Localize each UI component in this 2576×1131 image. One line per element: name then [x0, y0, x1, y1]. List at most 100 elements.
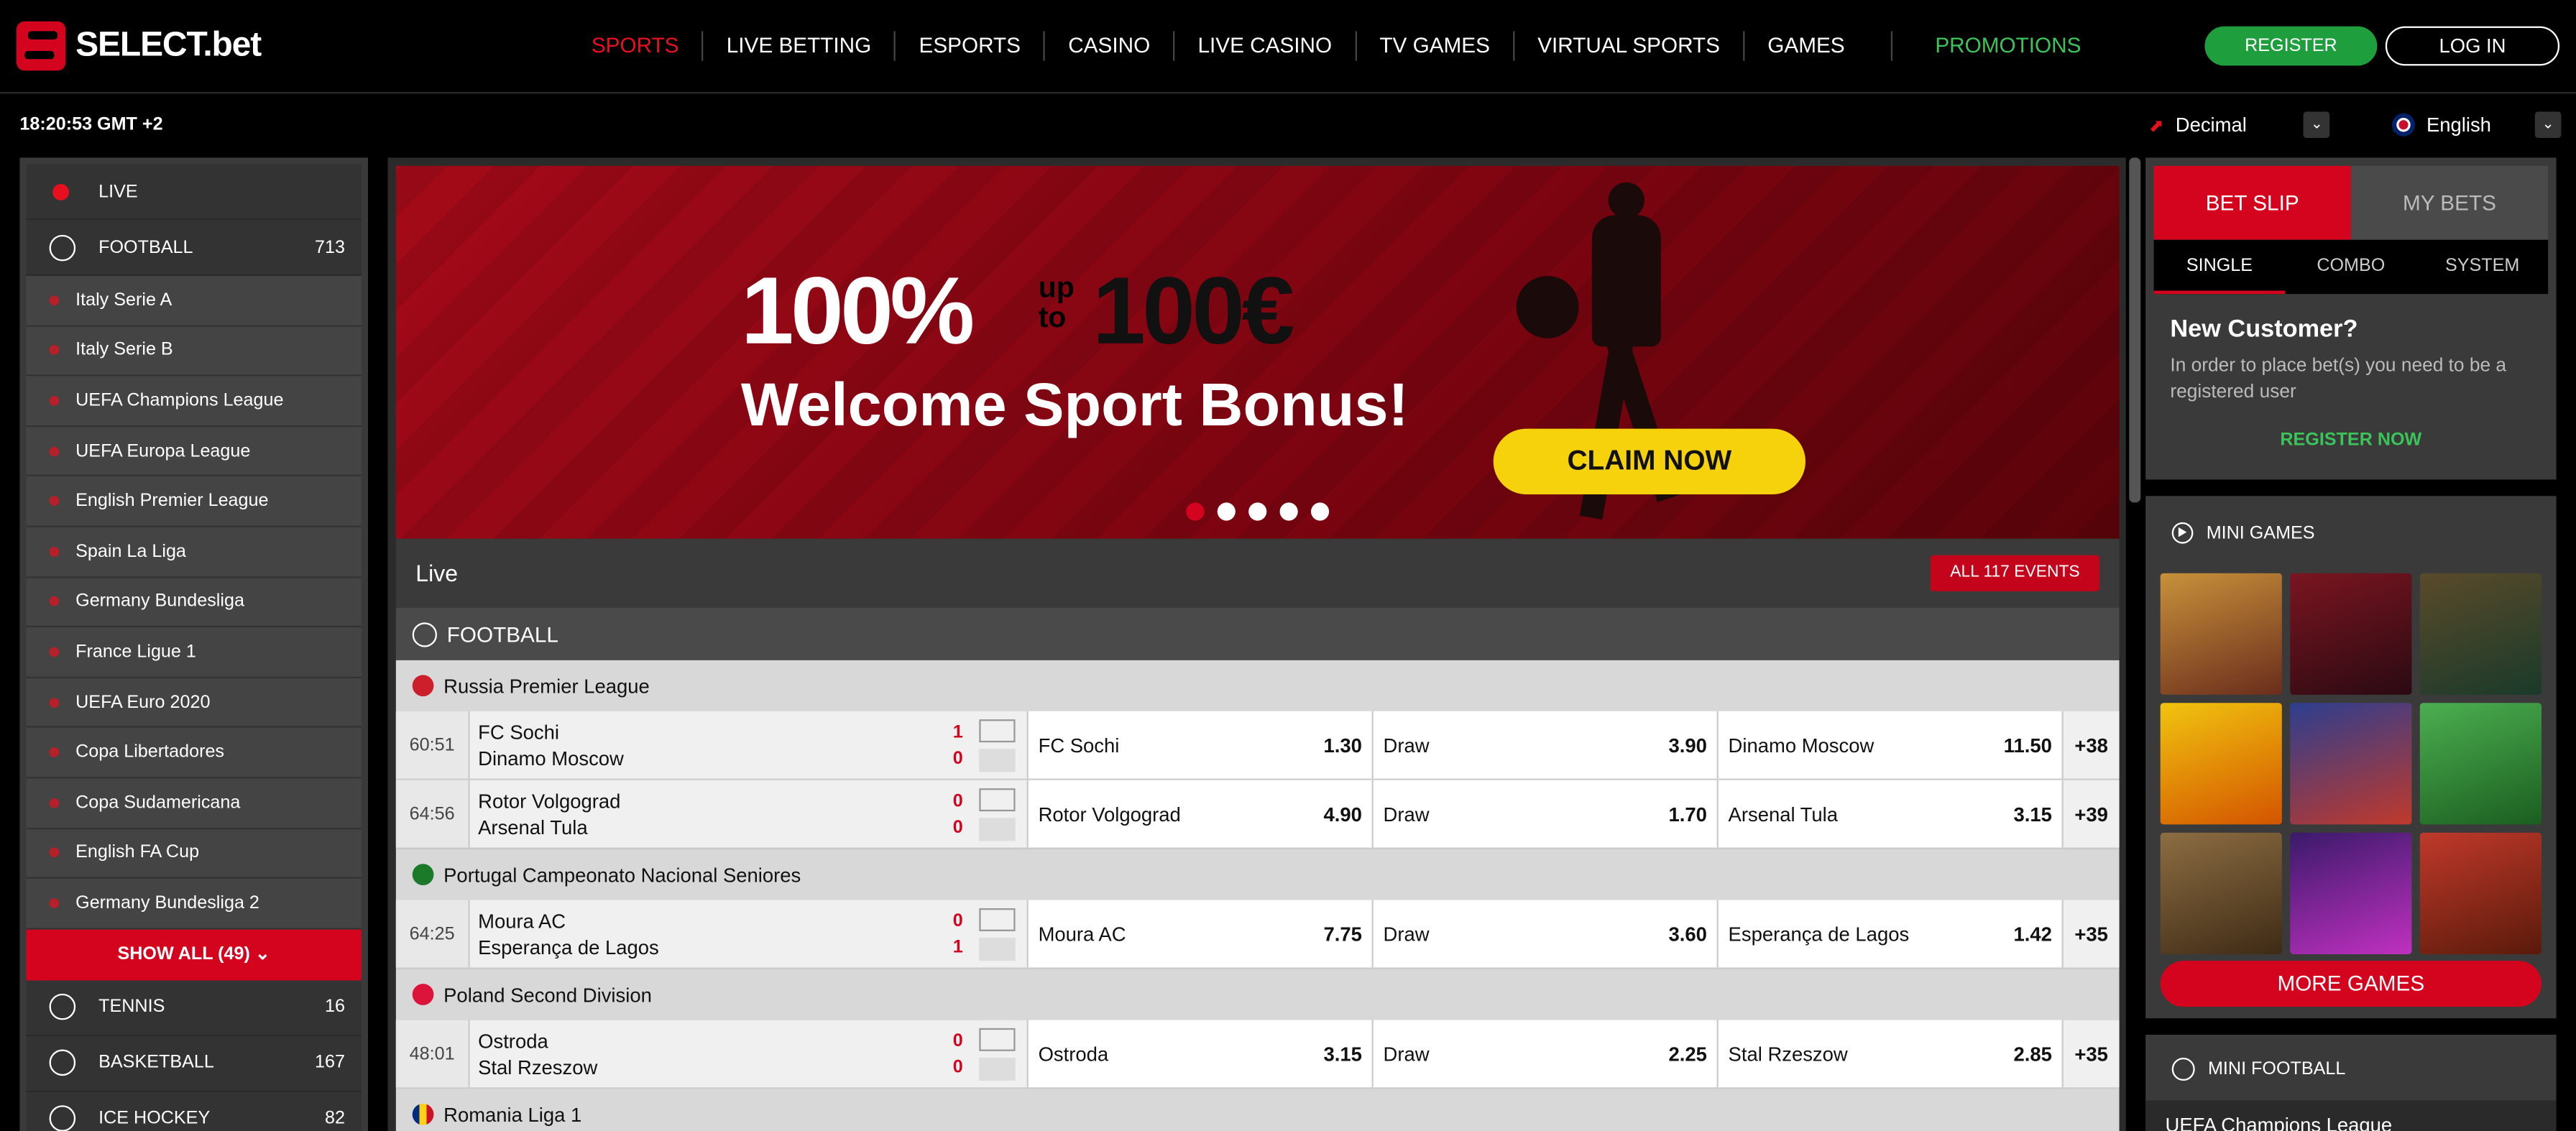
home-score: 0: [952, 790, 963, 811]
sidebar-league-item[interactable]: Italy Serie A: [26, 275, 362, 326]
match-row[interactable]: 48:01 Ostroda Stal Rzeszow 0 0 Ostroda 3.15 Dra…: [395, 1020, 2120, 1089]
sidebar-item-basketball[interactable]: BASKETBALL 167: [26, 1035, 362, 1092]
nav-promotions[interactable]: PROMOTIONS: [1892, 31, 2104, 60]
pitch-icon[interactable]: [979, 718, 1016, 742]
carousel-dot[interactable]: [1310, 502, 1330, 521]
game-tile[interactable]: [2290, 703, 2412, 825]
mini-football-league[interactable]: UEFA Champions League: [2145, 1100, 2557, 1131]
nav-casino[interactable]: CASINO: [1045, 31, 1175, 61]
nav-esports[interactable]: ESPORTS: [896, 31, 1046, 61]
sidebar-league-item[interactable]: English FA Cup: [26, 828, 362, 880]
pitch-icon[interactable]: [979, 1027, 1016, 1051]
odd-draw[interactable]: Draw 2.25: [1371, 1020, 1717, 1088]
pitch-icon[interactable]: [979, 907, 1016, 931]
football-icon: [412, 622, 437, 647]
nav-live-betting[interactable]: LIVE BETTING: [704, 31, 896, 61]
carousel-dot[interactable]: [1186, 502, 1205, 521]
odd-away[interactable]: Esperança de Lagos 1.42: [1716, 900, 2062, 968]
game-tile[interactable]: [2160, 703, 2282, 825]
logo[interactable]: SELECT.bet: [16, 21, 262, 71]
claim-now-button[interactable]: CLAIM NOW: [1493, 428, 1806, 494]
sidebar-item-ice-hockey[interactable]: ICE HOCKEY 82: [26, 1091, 362, 1131]
nav-games[interactable]: GAMES: [1744, 31, 1892, 61]
login-button[interactable]: LOG IN: [2385, 26, 2560, 66]
chevron-down-icon[interactable]: ⌄: [2534, 111, 2562, 138]
sidebar-league-item[interactable]: France Ligue 1: [26, 627, 362, 678]
odd-away[interactable]: Arsenal Tula 3.15: [1716, 780, 2062, 848]
odd-home[interactable]: Moura AC 7.75: [1026, 900, 1372, 968]
chevron-down-icon[interactable]: ⌄: [2304, 111, 2330, 138]
nav-sports[interactable]: SPORTS: [569, 31, 704, 61]
register-button[interactable]: REGISTER: [2204, 26, 2378, 66]
sidebar-league-item[interactable]: UEFA Champions League: [26, 376, 362, 427]
league-header[interactable]: Portugal Campeonato Nacional Seniores: [395, 849, 2120, 900]
tab-single[interactable]: SINGLE: [2153, 240, 2286, 295]
game-tile[interactable]: [2290, 573, 2412, 695]
odd-home[interactable]: FC Sochi 1.30: [1026, 711, 1372, 779]
carousel-dot[interactable]: [1248, 502, 1267, 521]
odds-format-select[interactable]: ⬈ Decimal ⌄: [2149, 111, 2330, 138]
carousel-dot[interactable]: [1217, 502, 1236, 521]
game-tile[interactable]: [2419, 703, 2542, 825]
odd-draw[interactable]: Draw 3.90: [1371, 711, 1717, 779]
sidebar-item-live[interactable]: LIVE: [26, 164, 362, 221]
nav-tv-games[interactable]: TV GAMES: [1356, 31, 1515, 61]
game-tile[interactable]: [2160, 832, 2282, 954]
tab-combo[interactable]: COMBO: [2285, 240, 2416, 294]
odd-draw[interactable]: Draw 3.60: [1371, 900, 1717, 968]
carousel-dot[interactable]: [1279, 502, 1298, 521]
show-all-button[interactable]: SHOW ALL (49) ⌄: [26, 929, 362, 980]
sidebar-league-item[interactable]: Italy Serie B: [26, 326, 362, 377]
scrollbar[interactable]: [2129, 157, 2141, 503]
more-games-button[interactable]: MORE GAMES: [2160, 961, 2542, 1007]
more-markets-button[interactable]: +35: [2061, 900, 2120, 968]
match-row[interactable]: 60:51 FC Sochi Dinamo Moscow 1 0 FC Sochi 1.30…: [395, 711, 2120, 780]
nav-virtual-sports[interactable]: VIRTUAL SPORTS: [1514, 31, 1745, 61]
game-tile[interactable]: [2419, 573, 2542, 695]
sidebar-item-football[interactable]: FOOTBALL 713: [26, 220, 362, 276]
league-header[interactable]: Poland Second Division: [395, 969, 2120, 1020]
banner-amount: 100€: [1092, 257, 1294, 365]
sidebar-league-item[interactable]: Spain La Liga: [26, 527, 362, 578]
match-teams[interactable]: FC Sochi Dinamo Moscow 1 0: [468, 711, 1027, 779]
sidebar-league-item[interactable]: Copa Sudamericana: [26, 778, 362, 829]
match-row[interactable]: 64:56 Rotor Volgograd Arsenal Tula 0 0 Rotor …: [395, 780, 2120, 849]
game-tile[interactable]: [2419, 832, 2542, 954]
match-teams[interactable]: Ostroda Stal Rzeszow 0 0: [468, 1020, 1027, 1088]
more-markets-button[interactable]: +35: [2061, 1020, 2120, 1088]
match-row[interactable]: 64:25 Moura AC Esperança de Lagos 0 1 Moura A…: [395, 900, 2120, 969]
pitch-icon[interactable]: [979, 787, 1016, 811]
sidebar-league-item[interactable]: Germany Bundesliga 2: [26, 879, 362, 930]
tab-my-bets[interactable]: MY BETS: [2350, 165, 2549, 240]
match-teams[interactable]: Rotor Volgograd Arsenal Tula 0 0: [468, 780, 1027, 848]
league-header[interactable]: Romania Liga 1: [395, 1089, 2120, 1131]
odd-value: 2.85: [2013, 1042, 2052, 1066]
sidebar-item-tennis[interactable]: TENNIS 16: [26, 979, 362, 1036]
register-now-link[interactable]: REGISTER NOW: [2145, 430, 2556, 450]
match-teams[interactable]: Moura AC Esperança de Lagos 0 1: [468, 900, 1027, 968]
promo-banner[interactable]: 100% up to 100€ Welcome Sport Bonus! CLAI…: [395, 165, 2120, 539]
odd-home[interactable]: Ostroda 3.15: [1026, 1020, 1372, 1088]
more-markets-button[interactable]: +38: [2061, 711, 2120, 779]
live-header: Live ALL 117 EVENTS: [395, 538, 2120, 608]
sidebar-league-item[interactable]: English Premier League: [26, 476, 362, 527]
tab-system[interactable]: SYSTEM: [2416, 240, 2548, 294]
league-header[interactable]: Russia Premier League: [395, 660, 2120, 711]
stats-icon: [979, 936, 1016, 960]
all-events-button[interactable]: ALL 117 EVENTS: [1930, 555, 2100, 591]
odd-away[interactable]: Stal Rzeszow 2.85: [1716, 1020, 2062, 1088]
odd-draw[interactable]: Draw 1.70: [1371, 780, 1717, 848]
sidebar-league-item[interactable]: Copa Libertadores: [26, 728, 362, 779]
more-markets-button[interactable]: +39: [2061, 780, 2120, 848]
game-tile[interactable]: [2160, 573, 2282, 695]
odd-away[interactable]: Dinamo Moscow 11.50: [1716, 711, 2062, 779]
language-select[interactable]: English ⌄: [2391, 111, 2562, 138]
nav-live-casino[interactable]: LIVE CASINO: [1174, 31, 1357, 61]
game-tile[interactable]: [2290, 832, 2412, 954]
tab-bet-slip[interactable]: BET SLIP: [2153, 165, 2351, 240]
sidebar-league-item[interactable]: UEFA Euro 2020: [26, 678, 362, 729]
odd-home[interactable]: Rotor Volgograd 4.90: [1026, 780, 1372, 848]
sidebar-league-item[interactable]: Germany Bundesliga: [26, 577, 362, 628]
sidebar-league-item[interactable]: UEFA Europa League: [26, 426, 362, 477]
mini-games: MINI GAMES MORE GAMES: [2145, 496, 2557, 1019]
